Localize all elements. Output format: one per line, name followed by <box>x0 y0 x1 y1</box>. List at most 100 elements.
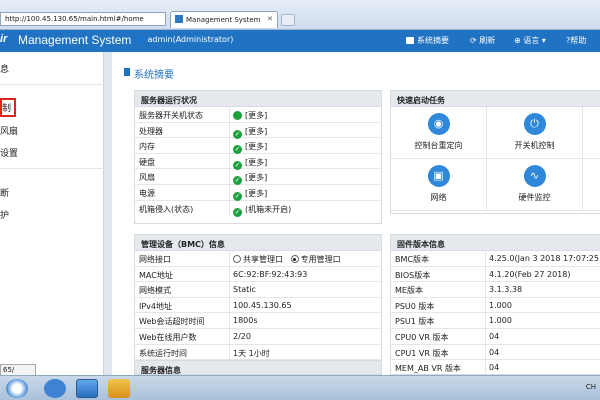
fw-value: 04 <box>489 363 500 373</box>
more-link[interactable]: [更多] <box>245 142 267 151</box>
more-link[interactable]: [更多] <box>245 189 267 198</box>
info-value: 1800s <box>233 316 258 326</box>
info-label: 网络模式 <box>139 286 171 296</box>
status-label: 处理器 <box>139 126 163 136</box>
sidebar: 息 制 风扇 设置 断 护 <box>0 52 104 375</box>
address-bar[interactable]: http://100.45.130.65/main.html#/home <box>0 12 166 26</box>
table-row: CPU1 VR 版本 04 <box>391 344 600 361</box>
fw-value: 3.1.3.38 <box>489 285 523 295</box>
task-network[interactable]: ▣ 网络 <box>391 159 487 211</box>
info-label: IPv4地址 <box>139 301 173 311</box>
new-tab-button[interactable] <box>281 14 295 26</box>
close-tab-icon[interactable]: ✕ <box>267 15 273 23</box>
sidebar-item-settings[interactable]: 设置 <box>0 146 18 159</box>
status-label: 服务器开关机状态 <box>139 111 203 120</box>
folder-app-icon[interactable] <box>108 379 130 398</box>
user-icon: 👤 <box>135 35 145 44</box>
table-row: Web在线用户数 2/20 <box>135 328 381 345</box>
quick-tasks-title: 快速启动任务 <box>391 91 600 107</box>
fw-value: 04 <box>489 347 500 357</box>
fw-value: 4.25.0(Jan 3 2018 17:07:25 CS <box>489 254 600 263</box>
firmware-panel: 固件版本信息 BMC版本 4.25.0(Jan 3 2018 17:07:25 C… <box>390 234 600 375</box>
server-status-panel: 服务器运行状况 服务器开关机状态 [更多] 处理器 ✓ [更多] 内存 ✓ [更多] 硬盘… <box>134 90 382 224</box>
fw-label: BMC版本 <box>395 255 429 264</box>
task-power-control[interactable]: ⏻ 开关机控制 <box>487 107 583 159</box>
nav-help-label: 帮助 <box>570 36 587 45</box>
browser-toolbar: http://100.45.130.65/main.html#/home Man… <box>0 0 600 30</box>
sidebar-item-control[interactable]: 制 <box>0 98 17 117</box>
fw-label: PSU0 版本 <box>395 301 435 311</box>
status-value: (机箱未开启) <box>245 204 292 214</box>
more-link[interactable]: [更多] <box>245 158 267 167</box>
shared-port-radio[interactable] <box>233 255 241 263</box>
table-row: PSU1 版本 1.000 <box>391 313 600 329</box>
monitor-icon: ∿ <box>523 165 546 187</box>
sidebar-divider <box>0 168 104 169</box>
system-tray[interactable]: CH <box>586 383 596 391</box>
table-row: CPU0 VR 版本 04 <box>391 328 600 345</box>
table-row: 网络模式 Static <box>135 282 381 298</box>
app-title: Management System <box>18 33 132 47</box>
table-row: Web会话超时时间 1800s <box>135 313 381 329</box>
nav-summary[interactable]: 系统摘要 <box>406 35 449 46</box>
globe-icon: ⊕ <box>514 36 521 45</box>
status-label: 电源 <box>139 188 155 198</box>
bmc-info-panel: 管理设备（BMC）信息 网络接口 共享管理口 专用管理口 MAC地址 6C:92:… <box>134 234 382 375</box>
console-icon: ◉ <box>427 113 450 135</box>
network-icon: ▣ <box>427 165 450 187</box>
table-row: 风扇 ✓ [更多] <box>135 169 381 186</box>
fw-value: 1.000 <box>489 316 512 326</box>
table-row: PSU0 版本 1.000 <box>391 297 600 314</box>
start-button-icon[interactable] <box>6 379 28 398</box>
user-account[interactable]: 👤 admin(Administrator) <box>135 35 233 44</box>
table-row: BMC版本 4.25.0(Jan 3 2018 17:07:25 CS <box>391 251 600 267</box>
task-users[interactable]: ☺用 <box>583 107 600 159</box>
task-console-redirect[interactable]: ◉ 控制台重定向 <box>391 107 487 159</box>
dedicated-port-label: 专用管理口 <box>300 255 341 264</box>
nav-language[interactable]: ⊕ 语言 ▾ <box>514 35 546 46</box>
more-link[interactable]: [更多] <box>245 127 267 136</box>
task-label: 硬件监控 <box>518 193 551 202</box>
ie-browser-icon[interactable] <box>76 379 98 398</box>
sidebar-item-fan[interactable]: 风扇 <box>0 124 18 137</box>
main-content: 系统摘要 服务器运行状况 服务器开关机状态 [更多] 处理器 ✓ [更多] 内存 ✓ [更… <box>112 52 600 375</box>
table-row: 内存 ✓ [更多] <box>135 138 381 155</box>
task-firmware[interactable]: ▤固件 <box>583 159 600 211</box>
sidebar-item-info[interactable]: 息 <box>0 62 9 75</box>
browser-tab[interactable]: Management System ✕ <box>170 11 278 28</box>
more-link[interactable]: [更多] <box>245 173 267 182</box>
nav-refresh-label: 刷新 <box>479 36 496 45</box>
os-taskbar: CH <box>0 375 600 400</box>
fw-label: ME版本 <box>395 286 423 296</box>
table-row: 电源 ✓ [更多] <box>135 184 381 201</box>
check-circle-icon: ✓ <box>233 207 242 217</box>
fw-label: PSU1 版本 <box>395 317 435 327</box>
nav-language-label: 语言 <box>523 36 540 45</box>
info-value: 2/20 <box>233 331 251 341</box>
task-label: 开关机控制 <box>514 141 555 150</box>
info-label: Web会话超时时间 <box>139 317 205 327</box>
table-row: 机箱侵入(状态) ✓ (机箱未开启) <box>135 200 381 217</box>
fw-label: CPU0 VR 版本 <box>395 332 449 342</box>
info-label: Web在线用户数 <box>139 332 197 342</box>
title-marker-icon <box>124 68 130 76</box>
bmc-info-title: 管理设备（BMC）信息 <box>135 235 381 251</box>
table-row: IPv4地址 100.45.130.65 <box>135 297 381 314</box>
sidebar-item-diagnose[interactable]: 断 <box>0 186 9 199</box>
cloud-app-icon[interactable] <box>44 379 66 398</box>
nav-refresh[interactable]: ⟳ 刷新 <box>470 35 495 46</box>
nav-summary-label: 系统摘要 <box>417 36 449 45</box>
dedicated-port-radio[interactable] <box>290 255 299 263</box>
sidebar-item-maintenance[interactable]: 护 <box>0 208 9 221</box>
quick-tasks-panel: 快速启动任务 ◉ 控制台重定向 ⏻ 开关机控制 ☺用 ▣ 网络 ∿ 硬件监控 ▤固件 <box>390 90 600 214</box>
more-link[interactable]: [更多] <box>245 111 267 120</box>
page-title: 系统摘要 <box>134 70 174 81</box>
tab-favicon-icon <box>175 15 183 23</box>
shared-port-label: 共享管理口 <box>243 255 283 264</box>
nav-help[interactable]: ?帮助 <box>566 35 586 46</box>
task-hardware-monitor[interactable]: ∿ 硬件监控 <box>487 159 583 211</box>
task-label: 控制台重定向 <box>414 141 463 150</box>
table-row: 系统运行时间 1天 1小时 <box>135 344 381 361</box>
server-info-title: 服务器信息 <box>135 360 381 374</box>
info-label: MAC地址 <box>139 270 173 280</box>
